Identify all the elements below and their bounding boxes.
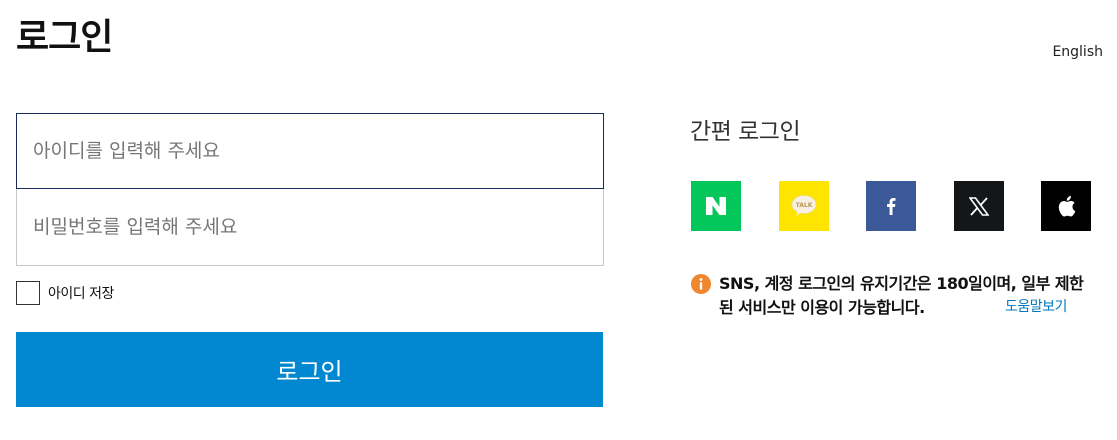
apple-icon xyxy=(1058,195,1076,217)
id-input-box xyxy=(16,113,604,189)
apple-login-button[interactable] xyxy=(1041,181,1091,231)
password-input[interactable] xyxy=(17,189,603,265)
facebook-icon xyxy=(887,198,896,215)
password-input-box xyxy=(16,189,604,266)
help-link[interactable]: 도움말보기 xyxy=(1005,296,1067,316)
facebook-login-button[interactable] xyxy=(866,181,916,231)
save-id-row[interactable]: 아이디 저장 xyxy=(16,281,114,305)
x-icon xyxy=(968,196,989,216)
sns-login-title: 간편 로그인 xyxy=(690,119,801,145)
page-title: 로그인 xyxy=(16,17,113,58)
naver-icon xyxy=(706,197,726,215)
svg-text:TALK: TALK xyxy=(795,202,812,209)
id-input[interactable] xyxy=(17,114,603,188)
login-button[interactable]: 로그인 xyxy=(16,332,603,407)
naver-login-button[interactable] xyxy=(691,181,741,231)
kakao-login-button[interactable]: TALK xyxy=(778,181,829,231)
kakao-talk-icon: TALK xyxy=(791,195,816,216)
english-language-link[interactable]: English xyxy=(1052,44,1103,60)
info-icon xyxy=(691,274,711,294)
save-id-checkbox[interactable] xyxy=(16,281,40,305)
sns-login-buttons: TALK xyxy=(691,181,1091,231)
x-login-button[interactable] xyxy=(953,181,1004,231)
save-id-label: 아이디 저장 xyxy=(48,286,114,302)
